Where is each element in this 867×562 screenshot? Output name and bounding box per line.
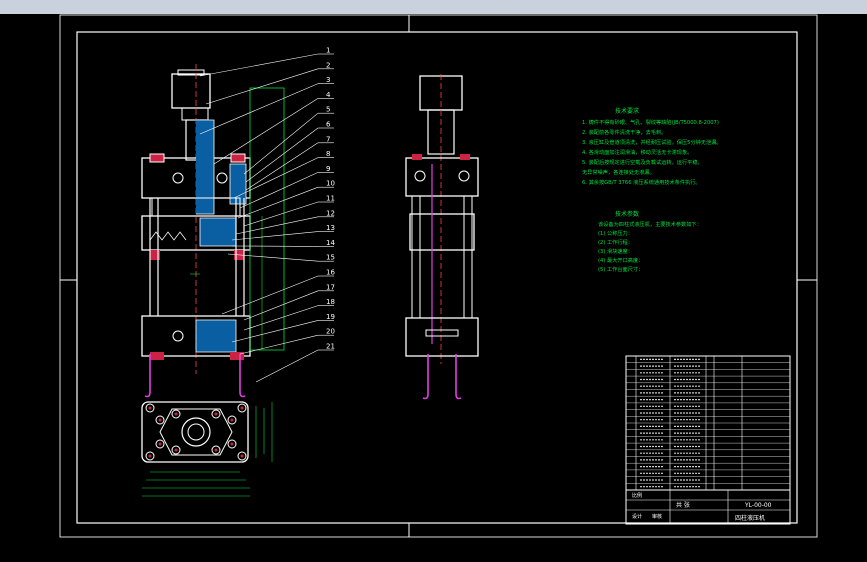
balloon-5: 5 bbox=[326, 106, 330, 114]
balloon-2: 2 bbox=[326, 61, 330, 69]
technical-notes: 技术要求 1. 铸件不得有砂眼、气孔、裂纹等缺陷(JB/T5000.8-2007… bbox=[582, 107, 722, 273]
inner-border bbox=[76, 31, 798, 524]
balloon-12: 12 bbox=[326, 209, 335, 217]
param-line: (2) 工作行程： bbox=[598, 238, 633, 246]
note-line: 4. 各滑动面加注润滑油，移动灵活无卡滞现象。 bbox=[582, 148, 692, 156]
balloon-20: 20 bbox=[326, 328, 335, 336]
side-view bbox=[405, 74, 479, 400]
hatched-section bbox=[196, 119, 215, 215]
balloon-8: 8 bbox=[326, 150, 330, 158]
balloon-10: 10 bbox=[326, 180, 335, 188]
title-block: 比例 共 张 设计 审核 YL-00-00 四柱液压机 bbox=[625, 489, 791, 525]
notes-title: 技术要求 bbox=[615, 107, 639, 115]
hook-right bbox=[239, 354, 246, 398]
bolt-holes bbox=[145, 403, 247, 461]
plan-view bbox=[141, 401, 273, 497]
product-name: 四柱液压机 bbox=[735, 514, 765, 522]
label-sheets: 共 张 bbox=[676, 501, 690, 509]
label-design: 设计 bbox=[632, 513, 642, 520]
balloon-13: 13 bbox=[326, 224, 335, 232]
label-scale: 比例 bbox=[632, 492, 642, 499]
param-line: (1) 公称压力： bbox=[598, 229, 633, 237]
param-line: 该设备为四柱式液压机，主要技术参数如下： bbox=[598, 220, 702, 228]
param-line: (4) 最大开口高度： bbox=[598, 256, 643, 264]
balloon-14: 14 bbox=[326, 239, 335, 247]
cad-canvas: 1 2 3 4 5 6 7 8 9 10 11 12 13 14 15 16 17 18 19 20 21 bbox=[0, 14, 867, 562]
note-line: 6. 其余按GB/T 3766 液压系统通用技术条件执行。 bbox=[582, 178, 701, 186]
balloon-6: 6 bbox=[326, 121, 331, 129]
balloon-16: 16 bbox=[326, 269, 335, 277]
label-check: 审核 bbox=[652, 513, 662, 520]
hook-left bbox=[144, 354, 151, 398]
drawing-number: YL-00-00 bbox=[744, 502, 772, 509]
window-frame: 1 2 3 4 5 6 7 8 9 10 11 12 13 14 15 16 17 18 19 20 21 bbox=[0, 0, 867, 562]
note-line: 无异常噪声，各连接处无渗漏。 bbox=[582, 168, 655, 176]
parts-list bbox=[625, 355, 791, 491]
balloon-18: 18 bbox=[326, 298, 335, 306]
balloon-4: 4 bbox=[326, 91, 331, 99]
note-line: 5. 装配后按规定进行空载及负载试运转，运行平稳， bbox=[582, 158, 703, 166]
cylinder-top bbox=[171, 73, 211, 109]
param-line: (5) 工作台面尺寸： bbox=[598, 265, 643, 273]
balloon-3: 3 bbox=[326, 76, 330, 84]
balloon-9: 9 bbox=[326, 165, 330, 173]
param-line: (3) 滑块速度： bbox=[598, 247, 633, 255]
params-title: 技术参数 bbox=[615, 210, 639, 218]
balloon-15: 15 bbox=[326, 254, 335, 262]
balloon-7: 7 bbox=[326, 135, 330, 143]
balloon-19: 19 bbox=[326, 313, 335, 321]
note-line: 3. 液压缸及管道须清洗，并经耐压试验，保压5分钟无泄漏。 bbox=[582, 138, 722, 146]
balloon-11: 11 bbox=[326, 195, 335, 203]
note-line: 2. 装配前各零件清洗干净，去毛刺。 bbox=[582, 128, 666, 136]
assembly-drawing: 123456789101112131415161718192021 技术要求 1… bbox=[59, 14, 818, 538]
front-view bbox=[141, 64, 285, 398]
outer-border bbox=[59, 14, 818, 538]
balloon-1: 1 bbox=[326, 47, 330, 55]
note-line: 1. 铸件不得有砂眼、气孔、裂纹等缺陷(JB/T5000.8-2007) bbox=[582, 118, 719, 126]
balloon-17: 17 bbox=[326, 283, 335, 291]
balloon-21: 21 bbox=[326, 343, 335, 351]
